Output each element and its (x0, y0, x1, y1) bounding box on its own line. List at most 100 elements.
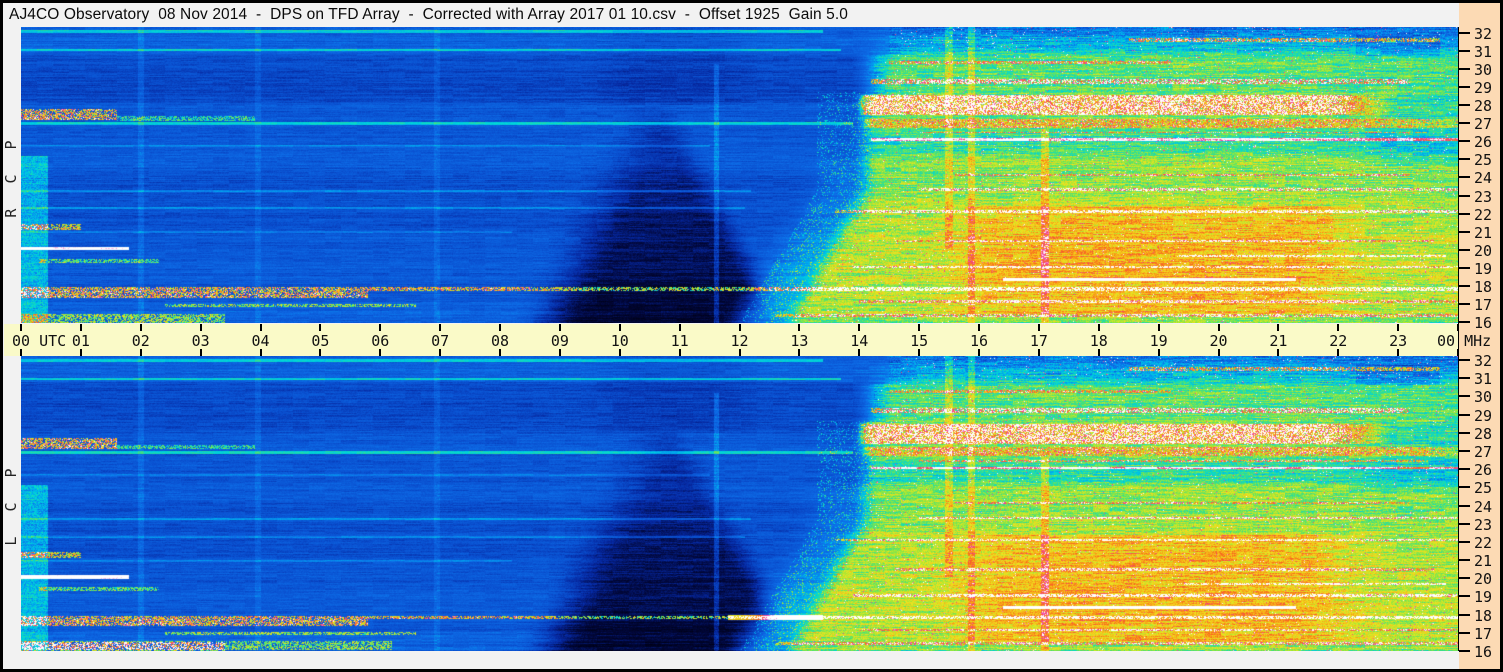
freq-tick-label: 26 (1474, 133, 1493, 152)
freq-tick (1459, 248, 1470, 251)
freq-tick (1459, 431, 1470, 434)
freq-tick (1459, 449, 1470, 452)
time-tick-label: 03 (191, 332, 210, 350)
spectrogram-lcp-canvas (21, 356, 1458, 651)
freq-tick-label: 30 (1474, 61, 1493, 80)
time-tick-label: 12 (730, 332, 749, 350)
freq-tick (1459, 320, 1470, 323)
time-tick (1337, 349, 1340, 356)
time-tick (738, 349, 741, 356)
freq-tick-label: 21 (1474, 552, 1493, 571)
freq-tick (1459, 559, 1470, 562)
freq-tick (1459, 413, 1470, 416)
time-tick (858, 324, 861, 331)
freq-tick (1459, 158, 1470, 161)
time-tick (858, 349, 861, 356)
time-tick-label: 18 (1089, 332, 1108, 350)
freq-tick-label: 27 (1474, 115, 1493, 134)
freq-tick-label: 25 (1474, 151, 1493, 170)
time-tick-label: 06 (371, 332, 390, 350)
time-tick (199, 349, 202, 356)
freq-tick (1459, 230, 1470, 233)
time-tick (259, 324, 262, 331)
time-tick-label: 01 (71, 332, 90, 350)
freq-tick (1459, 194, 1470, 197)
freq-tick (1459, 50, 1470, 53)
time-tick (618, 349, 621, 356)
freq-tick-label: 17 (1474, 295, 1493, 314)
freq-tick-label: 28 (1474, 424, 1493, 443)
freq-tick (1459, 377, 1470, 380)
freq-tick (1459, 577, 1470, 580)
time-tick (918, 324, 921, 331)
spectrogram-rcp-canvas (21, 27, 1458, 323)
time-tick-label: 04 (251, 332, 270, 350)
rcp-polarization-label: R C P (2, 132, 20, 218)
freq-tick (1459, 468, 1470, 471)
time-tick-label: 20 (1209, 332, 1228, 350)
time-tick (1277, 349, 1280, 356)
time-tick (1217, 349, 1220, 356)
time-tick (1397, 324, 1400, 331)
freq-tick (1459, 104, 1470, 107)
freq-tick (1459, 68, 1470, 71)
time-tick (1037, 349, 1040, 356)
time-tick (558, 324, 561, 331)
freq-tick-label: 32 (1474, 25, 1493, 43)
time-tick (499, 324, 501, 331)
freq-tick-label: 18 (1474, 277, 1493, 296)
time-tick (678, 349, 681, 356)
freq-tick-label: 18 (1474, 606, 1493, 625)
freq-tick-label: 23 (1474, 187, 1493, 206)
freq-tick-label: 28 (1474, 97, 1493, 116)
time-tick (978, 324, 980, 331)
time-tick-label: 11 (670, 332, 689, 350)
freq-tick (1459, 631, 1470, 634)
time-tick-label: 15 (910, 332, 929, 350)
time-tick (1277, 324, 1280, 331)
freq-tick (1459, 302, 1470, 305)
time-tick (379, 349, 382, 356)
time-tick (1337, 324, 1340, 331)
time-tick-label: 13 (790, 332, 809, 350)
time-tick-label: 08 (490, 332, 510, 350)
freq-tick-label: 19 (1474, 588, 1493, 607)
title-bar: AJ4CO Observatory 08 Nov 2014 - DPS on T… (3, 3, 1459, 27)
freq-tick-label: 31 (1474, 370, 1493, 389)
time-tick (79, 349, 82, 356)
freq-tick (1459, 86, 1470, 89)
freq-tick (1459, 595, 1470, 598)
time-tick (439, 324, 442, 331)
freq-tick (1459, 140, 1470, 143)
freq-tick-label: 16 (1474, 313, 1493, 332)
time-tick (678, 324, 681, 331)
freq-tick-label: 16 (1474, 643, 1493, 662)
time-tick-label: 09 (550, 332, 569, 350)
time-tick (199, 324, 202, 331)
freq-tick (1459, 266, 1470, 269)
time-tick (79, 324, 82, 331)
time-tick (1097, 324, 1100, 331)
time-tick-label: 05 (311, 332, 330, 350)
freq-tick-label: 17 (1474, 624, 1493, 643)
time-tick (139, 324, 142, 331)
freq-tick-label: 32 (1474, 352, 1493, 370)
time-tick-label: 00 UTC (12, 332, 67, 350)
time-tick (558, 349, 561, 356)
time-tick-label: 14 (850, 332, 869, 350)
freq-tick-label: 23 (1474, 515, 1493, 534)
time-tick (798, 324, 801, 331)
time-tick-label: 16 (969, 332, 989, 350)
time-tick (1097, 349, 1100, 356)
freq-tick-label: 22 (1474, 533, 1493, 552)
freq-tick-label: 31 (1474, 43, 1493, 62)
freq-tick-label: 22 (1474, 205, 1493, 224)
time-tick (978, 349, 980, 356)
freq-tick (1459, 486, 1470, 489)
time-tick (499, 349, 501, 356)
time-tick-label: 10 (610, 332, 629, 350)
time-tick (20, 349, 22, 356)
time-tick-label: 17 (1029, 332, 1048, 350)
freq-tick (1459, 284, 1470, 287)
time-tick-label: 07 (431, 332, 450, 350)
